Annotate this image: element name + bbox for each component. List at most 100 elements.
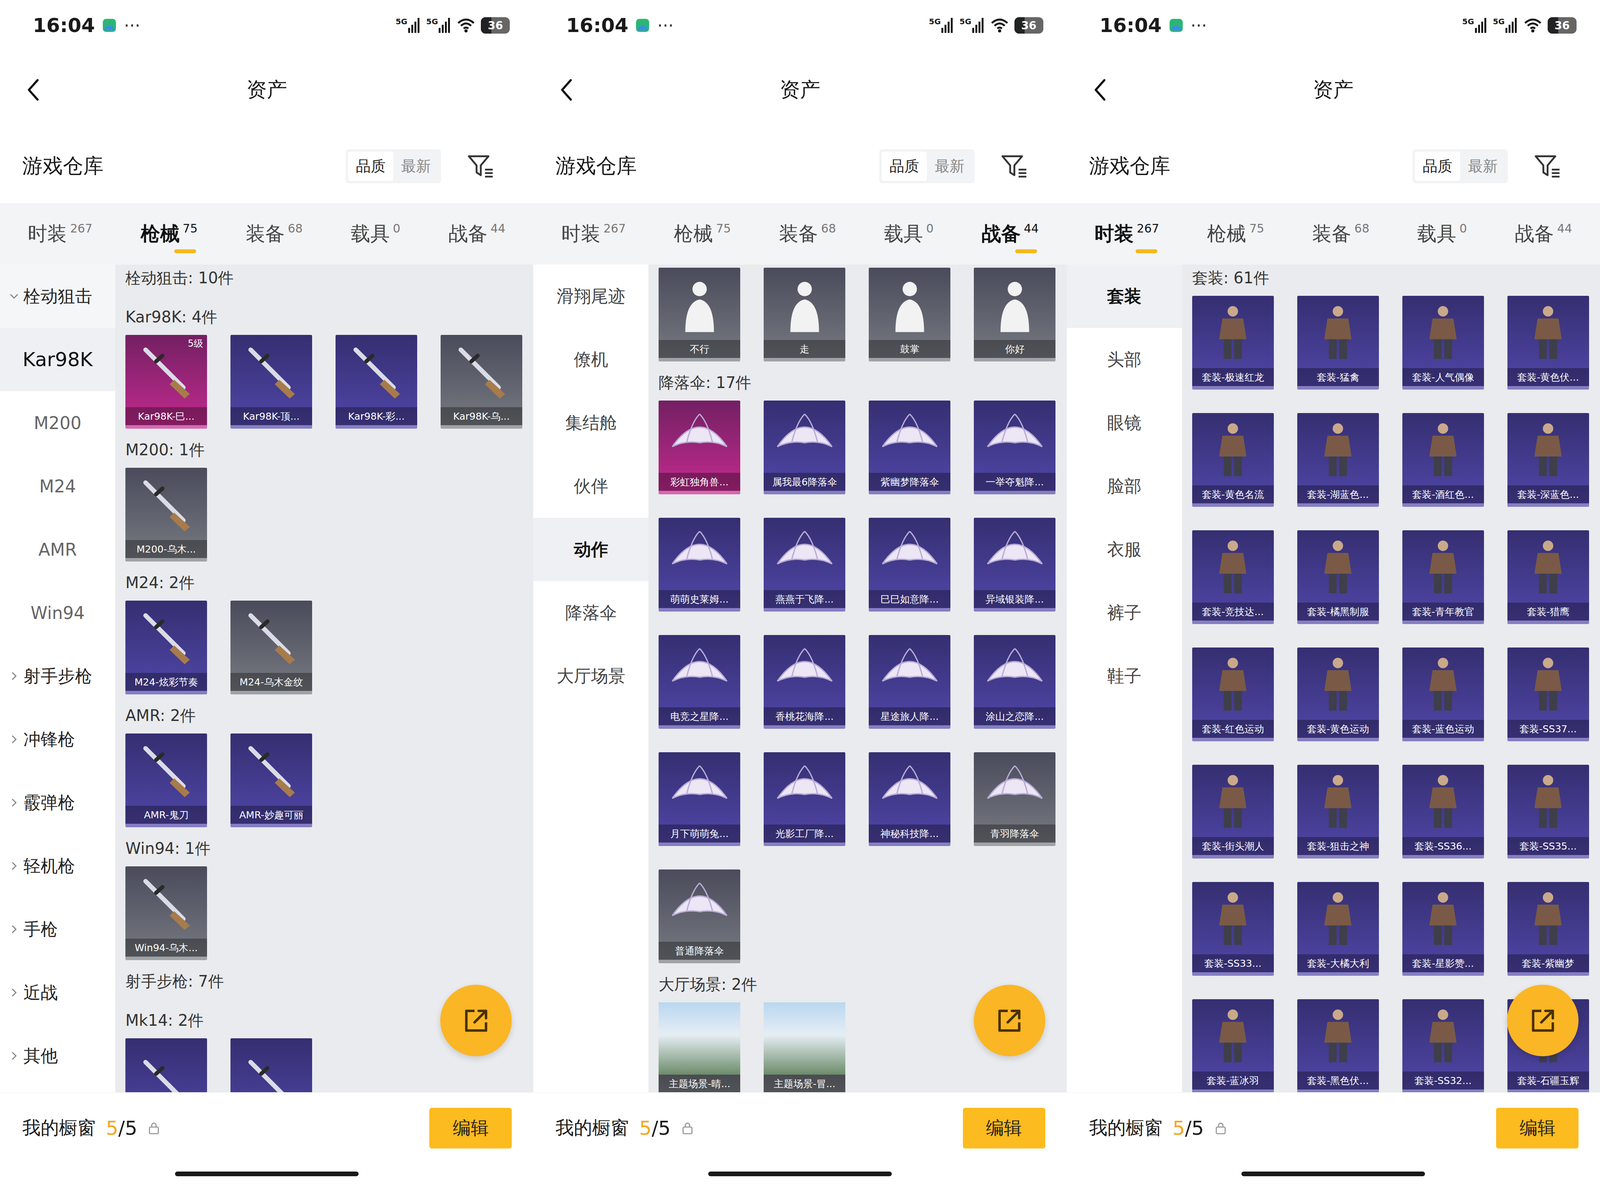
item-tile[interactable]	[230, 1037, 313, 1092]
item-tile[interactable]: 属我最6降落伞	[763, 400, 846, 495]
item-tile[interactable]: 套装-星影赞...	[1402, 881, 1484, 976]
item-tile[interactable]: Win94-乌木...	[125, 866, 208, 960]
category-tab[interactable]: 装备 68	[1312, 211, 1370, 257]
item-tile[interactable]: 套装-人气偶像	[1402, 295, 1484, 390]
item-tile[interactable]: 套装-狙击之神	[1297, 764, 1379, 859]
item-tile[interactable]: 鼓掌	[868, 267, 951, 362]
item-tile[interactable]: 套装-SS33...	[1192, 881, 1274, 976]
item-tile[interactable]: 套装-竞技达...	[1192, 530, 1274, 624]
edit-button[interactable]: 编辑	[429, 1107, 512, 1149]
category-tab[interactable]: 战备 44	[448, 211, 506, 257]
share-button[interactable]	[1507, 984, 1579, 1056]
sidebar-item[interactable]: AMR	[0, 517, 116, 581]
category-tab[interactable]: 装备 68	[245, 211, 303, 257]
item-tile[interactable]: 套装-SS37...	[1507, 647, 1590, 742]
item-tile[interactable]: 套装-青年教官	[1402, 530, 1484, 624]
sidebar-item[interactable]: 伙伴	[533, 454, 649, 518]
item-tile[interactable]: 套装-SS36...	[1402, 764, 1484, 859]
item-tile[interactable]: 5级 Kar98K-巳...	[125, 334, 208, 429]
item-tile[interactable]: 套装-深蓝色...	[1507, 412, 1590, 507]
item-tile[interactable]: 一举夺魁降...	[973, 400, 1056, 495]
category-tab[interactable]: 枪械 75	[673, 211, 731, 257]
item-tile[interactable]: 套装-SS32...	[1402, 998, 1484, 1092]
item-tile[interactable]: 套装-蓝色运动	[1402, 647, 1484, 742]
sidebar-item[interactable]: 衣服	[1066, 517, 1183, 581]
sidebar-item[interactable]: M200	[0, 391, 116, 455]
sidebar-item[interactable]: 脸部	[1066, 454, 1183, 518]
category-tab[interactable]: 载具 0	[350, 211, 401, 257]
sidebar-item[interactable]: 裤子	[1066, 580, 1183, 645]
item-tile[interactable]: 套装-猛禽	[1297, 295, 1379, 390]
sidebar-item[interactable]: 降落伞	[533, 580, 649, 645]
item-tile[interactable]: 你好	[973, 267, 1056, 362]
sidebar-item[interactable]: 冲锋枪	[0, 707, 116, 771]
item-tile[interactable]: 套装-街头潮人	[1192, 764, 1274, 859]
item-tile[interactable]: 不行	[658, 267, 741, 362]
sidebar-item[interactable]: 近战	[0, 960, 116, 1024]
sort-option[interactable]: 最新	[1460, 151, 1506, 181]
item-tile[interactable]: 套装-黑色伏...	[1297, 998, 1379, 1092]
sort-option[interactable]: 品质	[1414, 151, 1461, 181]
item-tile[interactable]: 套装-红色运动	[1192, 647, 1274, 742]
sidebar-item[interactable]: 大厅场景	[533, 644, 649, 708]
item-tile[interactable]: 套装-黄色伏...	[1507, 295, 1590, 390]
share-button[interactable]	[973, 984, 1046, 1056]
item-tile[interactable]: 套装-极速红龙	[1192, 295, 1274, 390]
item-tile[interactable]: 套装-大橘大利	[1297, 881, 1379, 976]
filter-icon[interactable]	[466, 151, 495, 181]
category-tab[interactable]: 战备 44	[1514, 211, 1572, 257]
item-tile[interactable]: M24-炫彩节奏	[125, 600, 208, 695]
category-tab[interactable]: 枪械 75	[140, 211, 198, 257]
category-tab[interactable]: 载具 0	[883, 211, 934, 257]
sidebar-item[interactable]: 滑翔尾迹	[533, 264, 649, 328]
sidebar-item[interactable]: 鞋子	[1066, 644, 1183, 708]
category-tab[interactable]: 时装 267	[561, 211, 626, 257]
sidebar-item[interactable]: 套装	[1066, 264, 1183, 328]
item-tile[interactable]: 星途旅人降...	[868, 634, 951, 729]
back-button[interactable]	[14, 70, 54, 110]
category-tab[interactable]: 载具 0	[1417, 211, 1467, 257]
sidebar-item[interactable]: 其他	[0, 1023, 116, 1088]
sidebar-item[interactable]: 僚机	[533, 327, 649, 392]
sort-option[interactable]: 最新	[926, 151, 973, 181]
item-tile[interactable]: 萌萌史莱姆...	[658, 517, 741, 612]
sidebar-item[interactable]: 集结舱	[533, 391, 649, 455]
item-tile[interactable]: Kar98K-彩...	[335, 334, 418, 429]
sidebar-item[interactable]: 霰弹枪	[0, 770, 116, 834]
edit-button[interactable]: 编辑	[962, 1107, 1046, 1149]
item-tile[interactable]: AMR-妙趣可丽	[230, 733, 313, 827]
sidebar-item[interactable]: 头部	[1066, 327, 1183, 392]
item-tile[interactable]: 套装-蓝冰羽	[1192, 998, 1274, 1092]
sort-option[interactable]: 品质	[881, 151, 927, 181]
sidebar-item[interactable]: 栓动狙击	[0, 264, 116, 328]
item-tile[interactable]: 套装-黄色运动	[1297, 647, 1379, 742]
sidebar-item[interactable]: 动作	[533, 517, 649, 581]
item-tile[interactable]: 异域银装降...	[973, 517, 1056, 612]
sidebar-item[interactable]: M24	[0, 454, 116, 518]
item-tile[interactable]: 香桃花海降...	[763, 634, 846, 729]
sort-option[interactable]: 品质	[348, 151, 394, 181]
sidebar-item[interactable]: Kar98K	[0, 327, 116, 392]
edit-button[interactable]: 编辑	[1496, 1107, 1579, 1149]
item-tile[interactable]: 套装-黄色名流	[1192, 412, 1274, 507]
item-tile[interactable]: 巳巳如意降...	[868, 517, 951, 612]
item-tile[interactable]: 套装-橘黑制服	[1297, 530, 1379, 624]
item-tile[interactable]: 涂山之恋降...	[973, 634, 1056, 729]
back-button[interactable]	[547, 70, 587, 110]
item-tile[interactable]: 套装-猎鹰	[1507, 530, 1590, 624]
item-tile[interactable]: M200-乌木...	[125, 467, 208, 562]
item-tile[interactable]: 主题场景-晴...	[658, 1001, 741, 1092]
item-tile[interactable]: 电竞之星降...	[658, 634, 741, 729]
item-tile[interactable]: M24-乌木金纹	[230, 600, 313, 695]
item-tile[interactable]: 走	[763, 267, 846, 362]
home-indicator[interactable]	[1241, 1171, 1425, 1176]
item-tile[interactable]: 燕燕于飞降...	[763, 517, 846, 612]
sidebar-item[interactable]: 射手步枪	[0, 644, 116, 708]
item-tile[interactable]: 彩虹独角兽...	[658, 400, 741, 495]
item-tile[interactable]: Kar98K-顶...	[230, 334, 313, 429]
item-tile[interactable]: 普通降落伞	[658, 869, 741, 963]
home-indicator[interactable]	[708, 1171, 892, 1176]
filter-icon[interactable]	[999, 151, 1028, 181]
item-tile[interactable]	[125, 1037, 208, 1092]
item-tile[interactable]: 紫幽梦降落伞	[868, 400, 951, 495]
